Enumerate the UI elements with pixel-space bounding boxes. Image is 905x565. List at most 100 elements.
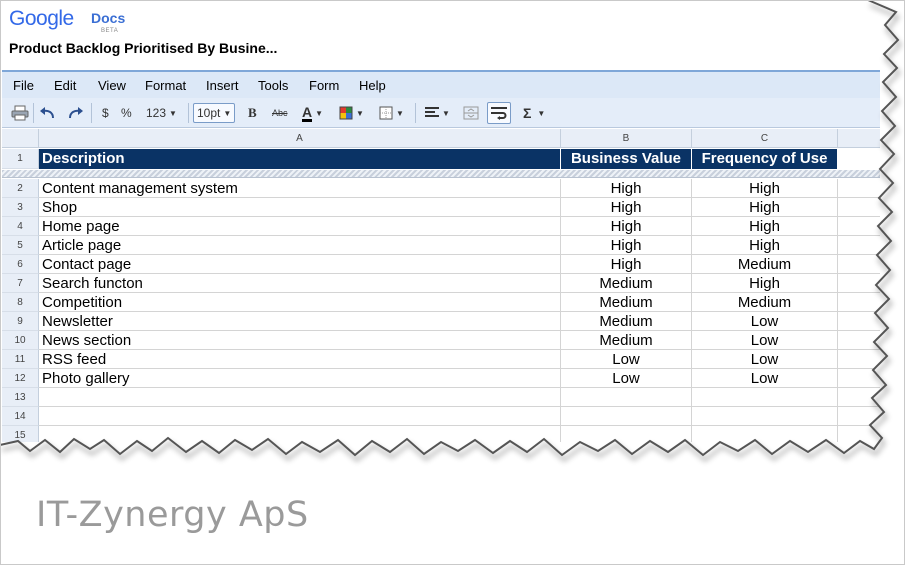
menu-file[interactable]: File [13, 78, 34, 93]
cell-a9[interactable]: Newsletter [39, 312, 561, 330]
cell-c9[interactable]: Low [692, 312, 838, 330]
cell-c2[interactable]: High [692, 179, 838, 197]
cell-c6[interactable]: Medium [692, 255, 838, 273]
select-all-corner[interactable] [2, 129, 39, 148]
cell-b15[interactable] [561, 426, 692, 442]
cell-c14[interactable] [692, 407, 838, 425]
background-color-icon[interactable]: ▼ [339, 104, 364, 122]
undo-icon[interactable] [39, 104, 57, 122]
table-row: Contact page High Medium [39, 255, 880, 274]
sum-icon[interactable]: Σ ▼ [523, 104, 545, 122]
number-format-dropdown[interactable]: 123 ▼ [146, 104, 177, 122]
cell-c3[interactable]: High [692, 198, 838, 216]
row-number[interactable]: 13 [2, 388, 39, 407]
row-number[interactable]: 10 [2, 331, 39, 350]
row-number[interactable]: 14 [2, 407, 39, 426]
cell-b1[interactable]: Business Value [561, 149, 692, 169]
column-header-b[interactable]: B [561, 129, 692, 148]
cell-c4[interactable]: High [692, 217, 838, 235]
row-number[interactable]: 4 [2, 217, 39, 236]
cell-b12[interactable]: Low [561, 369, 692, 387]
row-number[interactable]: 12 [2, 369, 39, 388]
cell-b2[interactable]: High [561, 179, 692, 197]
chevron-down-icon: ▼ [442, 108, 450, 118]
column-header-a[interactable]: A [39, 129, 561, 148]
cell-b13[interactable] [561, 388, 692, 406]
menu-tools[interactable]: Tools [258, 78, 288, 93]
cell-a15[interactable] [39, 426, 561, 442]
chevron-down-icon: ▼ [315, 108, 324, 118]
cell-b14[interactable] [561, 407, 692, 425]
row-number[interactable]: 11 [2, 350, 39, 369]
text-color-glyph: A [302, 103, 313, 122]
cell-b5[interactable]: High [561, 236, 692, 254]
redo-icon[interactable] [66, 104, 84, 122]
cell-a13[interactable] [39, 388, 561, 406]
cell-b3[interactable]: High [561, 198, 692, 216]
cell-c7[interactable]: High [692, 274, 838, 292]
table-row: RSS feed Low Low [39, 350, 880, 369]
google-docs-logo[interactable]: Google Docs BETA [9, 7, 125, 35]
cell-a7[interactable]: Search functon [39, 274, 561, 292]
text-color-icon[interactable]: A ▼ [302, 104, 323, 122]
print-icon[interactable] [11, 104, 29, 122]
menu-edit[interactable]: Edit [54, 78, 76, 93]
font-size-dropdown[interactable]: 10pt ▼ [193, 103, 236, 123]
cell-a4[interactable]: Home page [39, 217, 561, 235]
cell-b10[interactable]: Medium [561, 331, 692, 349]
frozen-rows-divider[interactable] [2, 170, 880, 178]
row-number[interactable]: 6 [2, 255, 39, 274]
font-size-label: 10pt [197, 106, 221, 120]
cell-a14[interactable] [39, 407, 561, 425]
column-header-c[interactable]: C [692, 129, 838, 148]
table-row: Search functon Medium High [39, 274, 880, 293]
cell-c12[interactable]: Low [692, 369, 838, 387]
menu-format[interactable]: Format [145, 78, 186, 93]
menu-help[interactable]: Help [359, 78, 386, 93]
row-number[interactable]: 15 [2, 426, 39, 442]
align-icon[interactable]: ▼ [425, 104, 450, 122]
percent-format-button[interactable]: % [121, 104, 132, 122]
cell-b4[interactable]: High [561, 217, 692, 235]
cell-c8[interactable]: Medium [692, 293, 838, 311]
strikethrough-button[interactable]: Abc [272, 104, 288, 122]
borders-icon[interactable]: ▼ [379, 104, 404, 122]
cell-a1[interactable]: Description [39, 149, 561, 169]
cell-a5[interactable]: Article page [39, 236, 561, 254]
menu-view[interactable]: View [98, 78, 126, 93]
cell-b6[interactable]: High [561, 255, 692, 273]
bold-button[interactable]: B [248, 104, 257, 122]
currency-format-button[interactable]: $ [102, 104, 109, 122]
table-row: Photo gallery Low Low [39, 369, 880, 388]
merge-cells-icon[interactable] [463, 104, 479, 122]
row-number[interactable]: 3 [2, 198, 39, 217]
wrap-text-icon[interactable] [487, 102, 511, 124]
cell-a11[interactable]: RSS feed [39, 350, 561, 368]
row-number[interactable]: 7 [2, 274, 39, 293]
cell-a12[interactable]: Photo gallery [39, 369, 561, 387]
cell-c15[interactable] [692, 426, 838, 442]
cell-c5[interactable]: High [692, 236, 838, 254]
menu-insert[interactable]: Insert [206, 78, 239, 93]
row-number[interactable]: 5 [2, 236, 39, 255]
cell-a2[interactable]: Content management system [39, 179, 561, 197]
cell-a6[interactable]: Contact page [39, 255, 561, 273]
cell-c10[interactable]: Low [692, 331, 838, 349]
chevron-down-icon: ▼ [356, 108, 364, 118]
cell-a10[interactable]: News section [39, 331, 561, 349]
cell-c1[interactable]: Frequency of Use [692, 149, 838, 169]
cell-a3[interactable]: Shop [39, 198, 561, 216]
cell-b11[interactable]: Low [561, 350, 692, 368]
cell-b8[interactable]: Medium [561, 293, 692, 311]
cell-c11[interactable]: Low [692, 350, 838, 368]
row-number[interactable]: 1 [2, 149, 39, 169]
row-number[interactable]: 2 [2, 179, 39, 198]
cell-b7[interactable]: Medium [561, 274, 692, 292]
cell-b9[interactable]: Medium [561, 312, 692, 330]
row-number[interactable]: 8 [2, 293, 39, 312]
cell-a8[interactable]: Competition [39, 293, 561, 311]
menu-form[interactable]: Form [309, 78, 339, 93]
document-title[interactable]: Product Backlog Prioritised By Busine... [9, 40, 277, 56]
row-number[interactable]: 9 [2, 312, 39, 331]
cell-c13[interactable] [692, 388, 838, 406]
